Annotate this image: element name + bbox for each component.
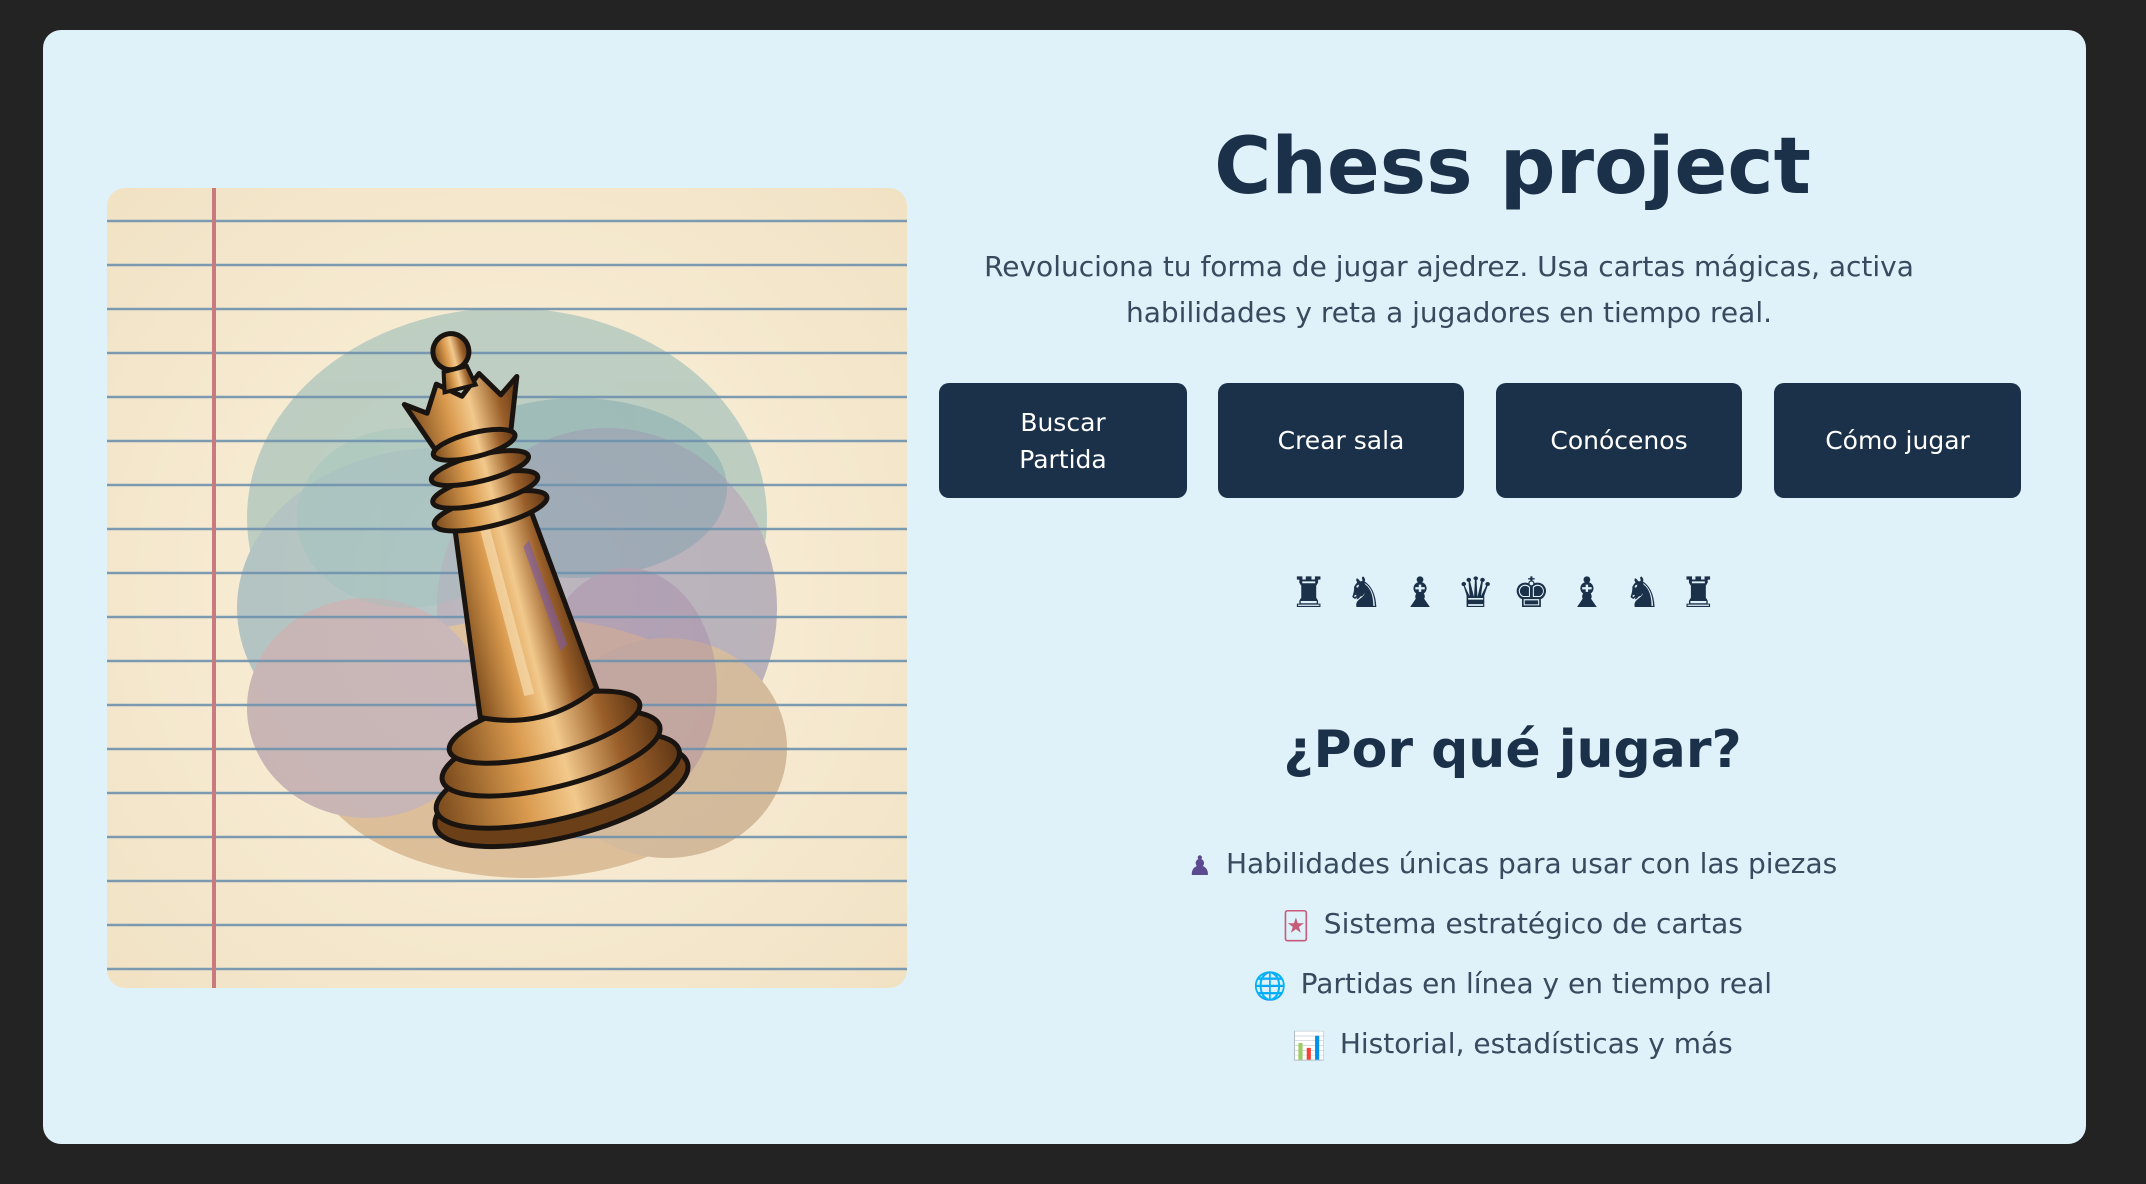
- feature-item: 🌐 Partidas en línea y en tiempo real: [939, 956, 2086, 1016]
- globe-icon: 🌐: [1252, 971, 1287, 1002]
- feature-text: Historial, estadísticas y más: [1339, 1027, 1733, 1060]
- about-us-button[interactable]: Conócenos: [1496, 383, 1742, 498]
- feature-item: 🃏 Sistema estratégico de cartas: [939, 896, 2086, 956]
- feature-item: 📊 Historial, estadísticas y más: [939, 1016, 2086, 1076]
- feature-text: Sistema estratégico de cartas: [1323, 907, 1743, 940]
- find-match-button[interactable]: Buscar Partida: [939, 383, 1187, 498]
- feature-list: ♟ Habilidades únicas para usar con las pi…: [939, 836, 2086, 1076]
- chess-pieces-icon-row: ♜♞♝♛♚♝♞♜: [1289, 568, 1736, 617]
- joker-card-icon: 🃏: [1282, 911, 1310, 942]
- page-title: Chess project: [1214, 122, 1811, 212]
- notebook-queen-drawing: [107, 188, 907, 988]
- feature-text: Habilidades únicas para usar con las pie…: [1225, 847, 1838, 880]
- create-room-button[interactable]: Crear sala: [1218, 383, 1464, 498]
- bar-chart-icon: 📊: [1292, 1031, 1326, 1062]
- how-to-play-button[interactable]: Cómo jugar: [1774, 383, 2021, 498]
- feature-text: Partidas en línea y en tiempo real: [1300, 967, 1773, 1000]
- hero-content: Chess project Revoluciona tu forma de ju…: [939, 30, 2086, 1144]
- hero-description: Revoluciona tu forma de jugar ajedrez. U…: [984, 250, 1914, 329]
- pawn-icon: ♟: [1187, 851, 1212, 882]
- feature-item: ♟ Habilidades únicas para usar con las pi…: [939, 836, 2086, 896]
- why-play-heading: ¿Por qué jugar?: [1283, 720, 1742, 780]
- action-buttons: Buscar Partida Crear sala Conócenos Cómo…: [939, 383, 2069, 498]
- queen-illustration: [107, 188, 907, 988]
- hero-card: Chess project Revoluciona tu forma de ju…: [43, 30, 2086, 1144]
